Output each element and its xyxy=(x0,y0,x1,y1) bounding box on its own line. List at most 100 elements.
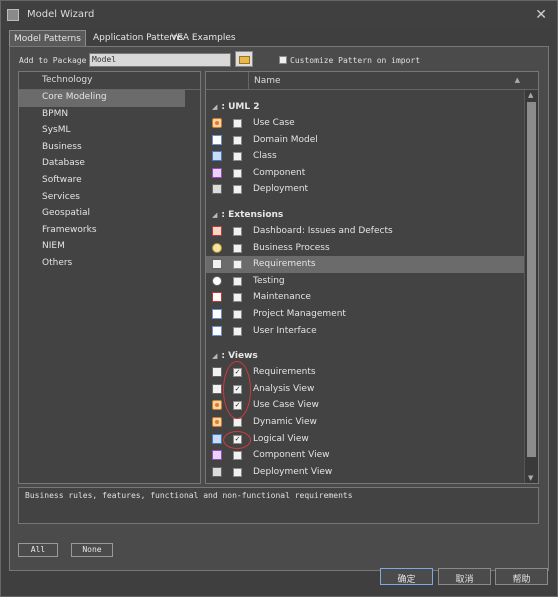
pattern-checkbox[interactable] xyxy=(233,417,242,427)
technology-item-services[interactable]: Services xyxy=(19,190,200,207)
technology-item-others[interactable]: Others xyxy=(19,256,200,273)
pattern-list-header: Name ▲ xyxy=(206,72,538,90)
pattern-row[interactable]: Maintenance xyxy=(206,289,524,306)
customize-checkbox[interactable] xyxy=(279,56,287,64)
pattern-row[interactable]: ✓ Requirements xyxy=(206,364,524,381)
pattern-checkbox[interactable] xyxy=(233,326,242,336)
technology-item-core-modeling[interactable]: Core Modeling xyxy=(19,90,185,107)
annotation-circle xyxy=(223,431,251,449)
scrollbar-thumb[interactable] xyxy=(527,102,536,457)
name-column-header[interactable]: Name xyxy=(254,76,281,86)
pattern-row[interactable]: Deployment xyxy=(206,181,524,198)
pattern-checkbox[interactable] xyxy=(233,467,242,477)
pattern-row[interactable]: User Interface xyxy=(206,323,524,340)
package-input[interactable]: Model xyxy=(89,53,231,67)
pattern-row[interactable]: ✓ Analysis View xyxy=(206,381,524,398)
select-none-button[interactable]: None xyxy=(71,543,113,557)
pattern-checkbox[interactable] xyxy=(233,119,242,128)
deployment-icon xyxy=(212,466,222,477)
pattern-checkbox[interactable] xyxy=(233,309,242,319)
pattern-label: Deployment View xyxy=(253,466,333,477)
class-icon xyxy=(212,433,222,444)
pattern-label: Component xyxy=(253,167,306,178)
pattern-row[interactable]: Domain Model xyxy=(206,132,524,149)
vertical-scrollbar[interactable]: ▲ ▼ xyxy=(524,90,538,483)
technology-item-sysml[interactable]: SysML xyxy=(19,123,200,140)
ok-button[interactable]: 确定 xyxy=(380,568,433,585)
description-box: Business rules, features, functional and… xyxy=(18,487,539,524)
pattern-checkbox[interactable] xyxy=(233,168,242,178)
technology-item-database[interactable]: Database xyxy=(19,156,200,173)
pattern-list: Name ▲ ◢: UML 2 Use Case Domain Model Cl… xyxy=(205,71,539,484)
pattern-checkbox[interactable] xyxy=(233,226,242,236)
pattern-row[interactable]: ✓ Logical View xyxy=(206,431,524,448)
help-button[interactable]: 帮助 xyxy=(495,568,548,585)
pattern-checkbox[interactable] xyxy=(233,260,242,270)
pattern-row[interactable]: Deployment View xyxy=(206,464,524,481)
tab-vea-examples[interactable]: VEA Examples xyxy=(167,30,240,47)
technology-item-bpmn[interactable]: BPMN xyxy=(19,107,200,124)
pattern-row[interactable]: Use Case xyxy=(206,115,524,132)
scroll-down-icon[interactable]: ▼ xyxy=(528,474,533,482)
pattern-row[interactable]: Component View xyxy=(206,447,524,464)
document-icon xyxy=(212,325,222,336)
add-to-package-label: Add to Package xyxy=(19,56,87,65)
pattern-label: Domain Model xyxy=(253,134,318,145)
technology-header: Technology xyxy=(19,72,200,90)
technology-item-business[interactable]: Business xyxy=(19,140,200,157)
pattern-label: Requirements xyxy=(253,367,316,378)
component-icon xyxy=(212,167,222,178)
scroll-up-icon[interactable]: ▲ xyxy=(528,91,533,99)
use-case-icon xyxy=(212,118,222,128)
pattern-row-selected[interactable]: Requirements xyxy=(206,256,524,273)
business-process-icon xyxy=(212,242,222,253)
collapse-icon[interactable]: ◢ xyxy=(212,352,217,360)
pattern-row[interactable]: Dynamic View xyxy=(206,414,524,431)
collapse-icon[interactable]: ◢ xyxy=(212,103,217,111)
pattern-label: Dashboard: Issues and Defects xyxy=(253,225,393,236)
pattern-row[interactable]: Business Process xyxy=(206,240,524,257)
pattern-label: Maintenance xyxy=(253,292,311,303)
technology-item-geospatial[interactable]: Geospatial xyxy=(19,206,200,223)
group-title: : Extensions xyxy=(221,209,284,220)
customize-pattern-option[interactable]: Customize Pattern on import xyxy=(279,56,420,65)
technology-item-niem[interactable]: NIEM xyxy=(19,239,200,256)
tab-model-patterns[interactable]: Model Patterns xyxy=(9,30,86,47)
app-icon xyxy=(7,9,19,21)
select-all-button[interactable]: All xyxy=(18,543,58,557)
technology-item-software[interactable]: Software xyxy=(19,173,200,190)
column-divider xyxy=(248,72,249,90)
maintenance-icon xyxy=(212,292,222,303)
pattern-row[interactable]: Component xyxy=(206,165,524,182)
group-views[interactable]: ◢: Views xyxy=(206,347,524,364)
pattern-checkbox[interactable] xyxy=(233,243,242,253)
pattern-checkbox[interactable] xyxy=(233,185,242,195)
group-uml2[interactable]: ◢: UML 2 xyxy=(206,98,524,115)
pattern-row[interactable]: Dashboard: Issues and Defects xyxy=(206,223,524,240)
annotation-circle xyxy=(223,361,251,419)
cancel-button[interactable]: 取消 xyxy=(438,568,491,585)
pattern-label: Component View xyxy=(253,450,330,461)
pattern-row[interactable]: Class xyxy=(206,148,524,165)
collapse-icon[interactable]: ◢ xyxy=(212,211,217,219)
pattern-checkbox[interactable] xyxy=(233,135,242,145)
component-icon xyxy=(212,450,222,461)
browse-package-button[interactable] xyxy=(235,51,253,67)
requirements-icon xyxy=(212,259,222,270)
pattern-checkbox[interactable] xyxy=(233,152,242,162)
pattern-checkbox[interactable] xyxy=(233,451,242,461)
title-bar: Model Wizard ✕ xyxy=(1,1,557,29)
group-extensions[interactable]: ◢ : Extensions xyxy=(206,206,524,223)
pattern-row[interactable]: ✓ Use Case View xyxy=(206,397,524,414)
pattern-checkbox[interactable] xyxy=(233,276,242,286)
pattern-label: Requirements xyxy=(253,259,316,270)
pattern-rows: ◢: UML 2 Use Case Domain Model Class Com… xyxy=(206,90,524,480)
close-icon[interactable]: ✕ xyxy=(535,7,547,23)
technology-item-frameworks[interactable]: Frameworks xyxy=(19,223,200,240)
sort-icon: ▲ xyxy=(514,76,520,84)
document-icon xyxy=(212,308,222,319)
pattern-checkbox[interactable] xyxy=(233,293,242,303)
pattern-row[interactable]: Project Management xyxy=(206,306,524,323)
pattern-row[interactable]: Testing xyxy=(206,273,524,290)
deployment-icon xyxy=(212,184,222,195)
